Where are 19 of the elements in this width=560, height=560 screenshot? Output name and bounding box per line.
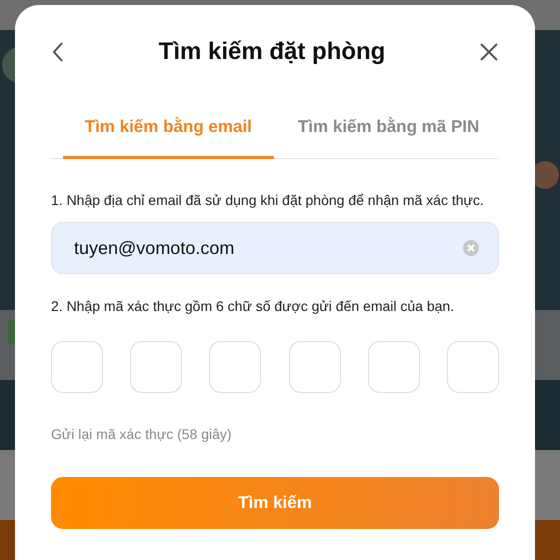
search-button[interactable]: Tìm kiếm [51, 477, 499, 529]
instruction-text: 2. Nhập mã xác thực gồm 6 chữ số được gửi đến email của bạn. [51, 298, 456, 314]
code-digit-field[interactable] [288, 341, 341, 393]
code-digit-field[interactable] [209, 341, 262, 393]
email-field[interactable]: tuyen@vomoto.com [51, 222, 499, 274]
close-button[interactable] [479, 42, 499, 62]
dialog-title: Tìm kiếm đặt phòng [158, 38, 386, 66]
chevron-left-icon [51, 41, 65, 63]
instruction-text: 1. Nhập địa chỉ email đã sử dụng khi đặt phòng để nhận mã xác thực. [51, 192, 485, 208]
code-digit-field[interactable] [446, 341, 499, 393]
back-button[interactable] [51, 41, 65, 63]
code-digit-field[interactable] [130, 341, 182, 393]
resend-code-text: Gửi lại mã xác thực (58 giây) [51, 426, 233, 442]
clear-icon[interactable] [463, 240, 479, 256]
code-digit-field[interactable] [368, 341, 420, 393]
tab[interactable]: Tìm kiếm bằng email [62, 99, 274, 159]
close-icon [479, 42, 499, 62]
code-digit-field[interactable] [51, 341, 103, 393]
tab[interactable]: Tìm kiếm bằng mã PIN [290, 99, 488, 159]
